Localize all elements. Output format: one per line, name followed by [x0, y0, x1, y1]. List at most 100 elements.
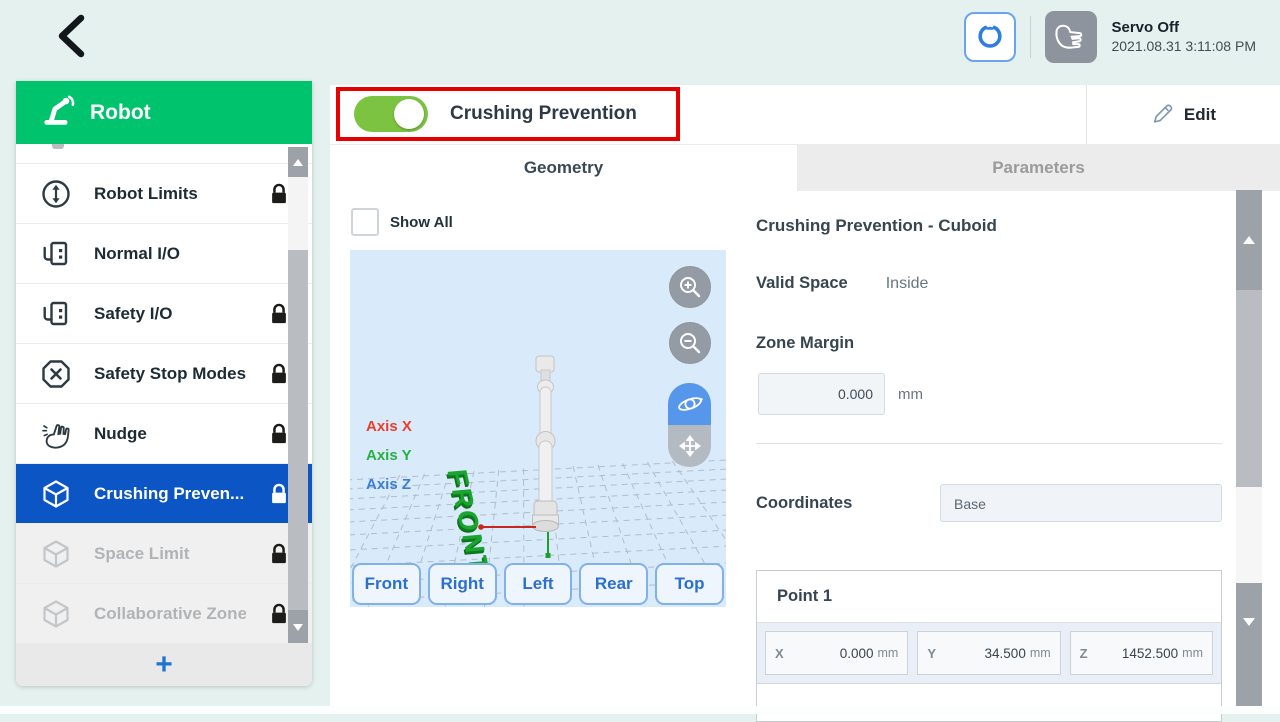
zone-margin-row: 0.000 mm	[758, 373, 923, 415]
axis-legend: Axis X Axis Y Axis Z	[366, 418, 412, 493]
pan-mode-button[interactable]	[668, 425, 711, 467]
sidebar-item-safety-i-o[interactable]: Safety I/O	[16, 284, 312, 344]
plus-icon: +	[155, 650, 173, 680]
triangle-up-icon	[1243, 236, 1255, 244]
sidebar-item-collaborative-zone[interactable]: Collaborative Zone	[16, 584, 312, 643]
valid-space-value: Inside	[886, 275, 929, 293]
sidebar-item-label: Normal I/O	[94, 244, 290, 264]
sidebar-scrollbar[interactable]	[288, 147, 308, 645]
view-buttons: Front Right Left Rear Top	[352, 563, 724, 605]
hand-guiding-badge	[1045, 11, 1097, 63]
panel-divider	[756, 443, 1222, 444]
y-value: 34.500	[936, 646, 1026, 661]
3d-viewer[interactable]: FRONT Axis X	[350, 250, 726, 607]
zoom-in-button[interactable]	[669, 266, 711, 308]
zone-margin-unit: mm	[898, 386, 923, 403]
point-x-field[interactable]: X 0.000 mm	[765, 631, 908, 675]
point-z-field[interactable]: Z 1452.500 mm	[1070, 631, 1213, 675]
orbit-icon	[676, 390, 704, 418]
lock-icon	[268, 542, 290, 566]
sidebar-item-label: Crushing Preven...	[94, 484, 246, 504]
limits-icon	[40, 178, 72, 210]
x-unit: mm	[878, 646, 899, 660]
panel-scrollbar[interactable]	[1236, 190, 1262, 714]
lock-icon	[268, 182, 290, 206]
zone-margin-label: Zone Margin	[756, 334, 854, 353]
top-status-cluster: Servo Off 2021.08.31 3:11:08 PM	[964, 8, 1256, 66]
sidebar-item-crushing-preven[interactable]: Crushing Preven...	[16, 464, 312, 524]
back-button[interactable]	[50, 12, 90, 60]
scroll-up-button[interactable]	[288, 147, 308, 177]
sidebar-item-partial[interactable]	[16, 144, 312, 164]
top-bar-divider	[1030, 16, 1031, 58]
show-all-checkbox[interactable]	[351, 208, 379, 236]
sidebar-item-label: Safety Stop Modes	[94, 364, 246, 384]
triangle-down-icon	[293, 624, 303, 631]
pan-arrows-icon	[676, 432, 704, 460]
panel-scrollbar-thumb[interactable]	[1236, 290, 1262, 487]
valid-space-label: Valid Space	[756, 274, 848, 293]
hand-icon	[1053, 17, 1089, 58]
add-zone-button[interactable]: +	[16, 643, 312, 686]
zone-margin-input[interactable]: 0.000	[758, 373, 885, 415]
panel-scroll-up-button[interactable]	[1236, 190, 1262, 290]
annotation-highlight: Crushing Prevention	[336, 87, 680, 141]
servo-power-button[interactable]	[964, 12, 1016, 62]
axis-y-label: Axis Y	[366, 447, 412, 464]
coordinates-select[interactable]: Base	[940, 484, 1222, 522]
sidebar-item-space-limit[interactable]: Space Limit	[16, 524, 312, 584]
io-icon	[40, 238, 72, 270]
header-divider	[1086, 85, 1087, 144]
point-y-field[interactable]: Y 34.500 mm	[917, 631, 1060, 675]
y-unit: mm	[1030, 646, 1051, 660]
sidebar-item-label: Space Limit	[94, 544, 246, 564]
stop-icon	[40, 358, 72, 390]
status-text: Servo Off 2021.08.31 3:11:08 PM	[1111, 19, 1256, 55]
sidebar-item-normal-i-o[interactable]: Normal I/O	[16, 224, 312, 284]
settings-panel: Crushing Prevention - Cuboid Valid Space…	[756, 190, 1222, 714]
sidebar-scrollbar-thumb[interactable]	[288, 250, 308, 610]
tab-geometry[interactable]: Geometry	[330, 145, 797, 191]
sidebar-item-label: Nudge	[94, 424, 246, 444]
main-panel: Crushing Prevention Edit Geometry Parame…	[330, 85, 1280, 714]
servo-status: Servo Off	[1111, 19, 1256, 38]
crushing-prevention-toggle[interactable]	[354, 96, 428, 132]
robot-arm-icon	[38, 91, 76, 134]
lock-icon	[268, 422, 290, 446]
sidebar-item-label: Safety I/O	[94, 304, 246, 324]
valid-space-row: Valid Space Inside	[756, 274, 928, 293]
io-icon	[40, 298, 72, 330]
panel-heading: Crushing Prevention - Cuboid	[756, 216, 997, 236]
view-right-button[interactable]: Right	[428, 563, 497, 605]
scroll-down-button[interactable]	[288, 610, 308, 645]
sidebar-item-nudge[interactable]: Nudge	[16, 404, 312, 464]
status-timestamp: 2021.08.31 3:11:08 PM	[1111, 38, 1256, 56]
lock-icon	[268, 362, 290, 386]
sidebar-list: Robot Limits Normal I/O Safety I/O Safety S…	[16, 144, 312, 643]
servo-power-icon	[974, 20, 1006, 55]
tab-content: Show All	[330, 190, 1280, 714]
y-axis-label: Y	[927, 646, 936, 661]
sidebar-item-robot-limits[interactable]: Robot Limits	[16, 164, 312, 224]
view-front-button[interactable]: Front	[352, 563, 421, 605]
view-rear-button[interactable]: Rear	[579, 563, 648, 605]
main-header: Crushing Prevention Edit	[330, 85, 1280, 145]
point-coordinates-row: X 0.000 mm Y 34.500 mm Z 1452.500 mm	[757, 623, 1221, 684]
coordinates-label: Coordinates	[756, 494, 852, 513]
edit-button[interactable]: Edit	[1145, 85, 1222, 144]
magnifier-plus-icon	[677, 274, 703, 300]
cube-icon	[40, 478, 72, 510]
view-left-button[interactable]: Left	[504, 563, 573, 605]
show-all-control[interactable]: Show All	[351, 208, 453, 236]
tab-parameters[interactable]: Parameters	[797, 145, 1280, 191]
rotate-mode-button[interactable]	[668, 383, 711, 425]
view-top-button[interactable]: Top	[655, 563, 724, 605]
point-card: Point 1 X 0.000 mm Y 34.500 mm	[756, 570, 1222, 722]
magnifier-minus-icon	[677, 330, 703, 356]
sidebar-item-label: Collaborative Zone	[94, 604, 246, 624]
bottom-strip	[0, 706, 1280, 714]
zoom-out-button[interactable]	[669, 322, 711, 364]
sidebar-item-safety-stop-modes[interactable]: Safety Stop Modes	[16, 344, 312, 404]
x-value: 0.000	[784, 646, 874, 661]
panel-scroll-down-button[interactable]	[1236, 583, 1262, 714]
